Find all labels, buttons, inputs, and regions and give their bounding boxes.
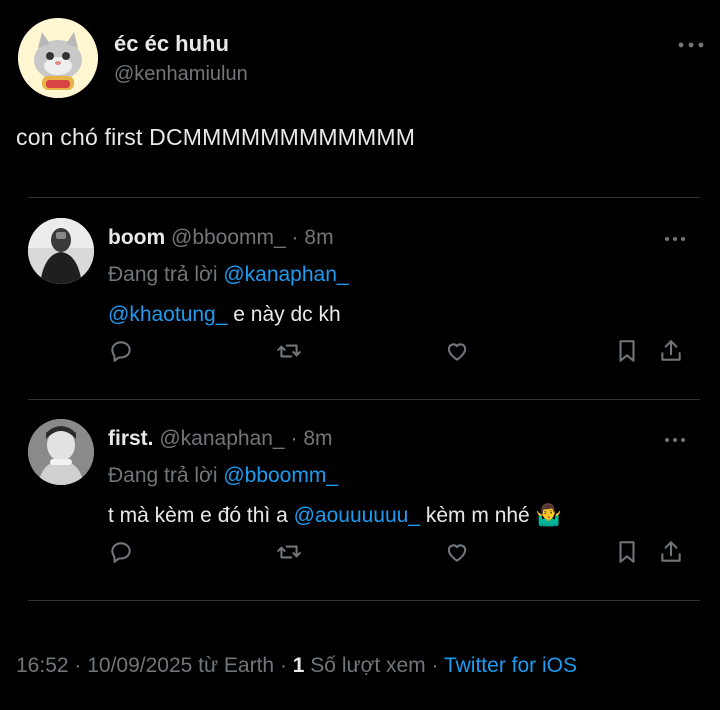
replying-to-mention[interactable]: @bboomm_ <box>223 464 338 487</box>
separator-dot: · <box>274 654 293 677</box>
tweet-location: từ Earth <box>192 654 275 677</box>
replying-to-mention[interactable]: @kanaphan_ <box>223 263 348 286</box>
tweet-header: éc éc huhu @kenhamiulun <box>18 18 708 102</box>
body-mention[interactable]: @aouuuuuu_ <box>294 504 420 527</box>
reply-item[interactable]: first. @kanaphan_ · 8m Đang trả lời @bbo… <box>28 419 700 589</box>
share-icon[interactable] <box>658 539 686 567</box>
views-label: Số lượt xem <box>304 654 426 677</box>
reply-header: boom @bboomm_ · 8m <box>108 226 334 250</box>
replying-to-line: Đang trả lời @bboomm_ <box>108 464 338 488</box>
shrug-emoji-icon: 🤷‍♂️ <box>535 504 562 527</box>
like-icon[interactable] <box>444 539 472 567</box>
action-bar <box>108 539 688 569</box>
reply-avatar[interactable] <box>28 419 94 485</box>
reply-icon[interactable] <box>108 539 136 567</box>
author-info: éc éc huhu @kenhamiulun <box>114 30 248 88</box>
reply-author-name[interactable]: first. <box>108 427 154 450</box>
reply-text: @khaotung_ e này dc kh <box>108 303 341 327</box>
reply-avatar[interactable] <box>28 218 94 284</box>
tweet-text: con chó first DCMMMMMMMMMMMM <box>16 124 416 150</box>
replying-to-label: Đang trả lời <box>108 464 224 487</box>
person-avatar-icon <box>28 218 94 284</box>
body-mention[interactable]: @khaotung_ <box>108 303 227 326</box>
reply-author-handle[interactable]: @bboomm_ <box>171 226 286 249</box>
reply-author-name[interactable]: boom <box>108 226 165 249</box>
bookmark-icon[interactable] <box>614 539 642 567</box>
separator-dot: · <box>68 654 88 677</box>
author-avatar[interactable] <box>18 18 98 98</box>
share-icon[interactable] <box>658 338 686 366</box>
body-text: kèm m nhé <box>420 504 536 527</box>
divider <box>28 399 700 400</box>
more-options-icon[interactable] <box>664 226 686 247</box>
divider <box>28 600 700 601</box>
person-avatar-icon <box>28 419 94 485</box>
reply-author-handle[interactable]: @kanaphan_ <box>159 427 284 450</box>
views-count: 1 <box>292 654 305 677</box>
replying-to-line: Đang trả lời @kanaphan_ <box>108 263 349 287</box>
reply-time[interactable]: 8m <box>303 427 332 450</box>
bookmark-icon[interactable] <box>614 338 642 366</box>
action-bar <box>108 338 688 368</box>
separator-dot: · <box>425 654 444 677</box>
retweet-icon[interactable] <box>276 539 304 567</box>
author-display-name[interactable]: éc éc huhu <box>114 30 248 58</box>
separator-dot: · <box>290 427 298 450</box>
reply-header: first. @kanaphan_ · 8m <box>108 427 333 451</box>
author-handle[interactable]: @kenhamiulun <box>114 60 248 88</box>
reply-time[interactable]: 8m <box>304 226 333 249</box>
body-text: t mà kèm e đó thì a <box>108 504 294 527</box>
tweet-metadata: 16:52 · 10/09/2025 từ Earth · 1 Số lượt … <box>16 654 577 678</box>
tweet-time[interactable]: 16:52 <box>16 654 69 677</box>
reply-text: t mà kèm e đó thì a @aouuuuuu_ kèm m nhé… <box>108 504 562 528</box>
separator-dot: · <box>291 226 299 249</box>
replying-to-label: Đang trả lời <box>108 263 224 286</box>
retweet-icon[interactable] <box>276 338 304 366</box>
body-text: e này dc kh <box>227 303 341 326</box>
reply-item[interactable]: boom @bboomm_ · 8m Đang trả lời @kanapha… <box>28 218 700 388</box>
like-icon[interactable] <box>444 338 472 366</box>
tweet-date[interactable]: 10/09/2025 <box>87 654 192 677</box>
cat-avatar-icon <box>18 18 98 98</box>
more-options-icon[interactable] <box>664 427 686 448</box>
client-link[interactable]: Twitter for iOS <box>444 654 577 677</box>
reply-icon[interactable] <box>108 338 136 366</box>
divider <box>28 197 700 198</box>
more-options-icon[interactable] <box>678 32 704 55</box>
